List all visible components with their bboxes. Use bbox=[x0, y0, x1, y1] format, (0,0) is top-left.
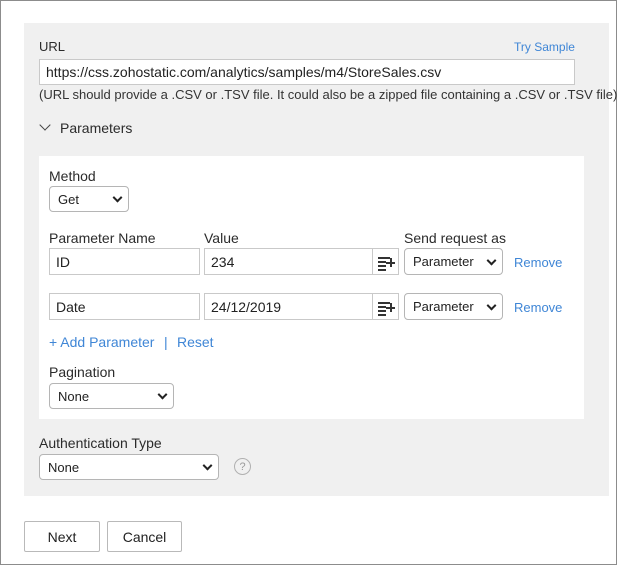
col-parameter-name: Parameter Name bbox=[49, 230, 156, 246]
pagination-value: None bbox=[58, 388, 90, 404]
url-hint: (URL should provide a .CSV or .TSV file.… bbox=[39, 87, 617, 102]
help-icon[interactable]: ? bbox=[234, 458, 251, 475]
auth-type-value: None bbox=[48, 459, 80, 475]
send-as-select[interactable]: Parameter bbox=[404, 248, 503, 275]
parameters-toggle[interactable]: Parameters bbox=[60, 120, 132, 136]
link-separator: | bbox=[164, 334, 168, 350]
param-name-input[interactable] bbox=[49, 248, 200, 275]
dialog-frame: URL Try Sample (URL should provide a .CS… bbox=[0, 0, 617, 565]
remove-link[interactable]: Remove bbox=[514, 300, 562, 315]
next-button[interactable]: Next bbox=[24, 521, 100, 552]
chevron-down-icon bbox=[486, 300, 497, 311]
send-as-value: Parameter bbox=[413, 254, 474, 269]
chevron-down-icon bbox=[486, 255, 497, 266]
try-sample-link[interactable]: Try Sample bbox=[514, 40, 575, 54]
param-value-input[interactable] bbox=[204, 248, 373, 275]
method-value: Get bbox=[58, 191, 79, 207]
param-value-input[interactable] bbox=[204, 293, 373, 320]
send-as-value: Parameter bbox=[413, 299, 474, 314]
insert-variable-icon[interactable] bbox=[373, 293, 399, 320]
chevron-down-icon bbox=[157, 389, 168, 400]
send-as-select[interactable]: Parameter bbox=[404, 293, 503, 320]
chevron-down-icon bbox=[112, 192, 123, 203]
add-parameter-link[interactable]: + Add Parameter bbox=[49, 334, 154, 350]
cancel-button[interactable]: Cancel bbox=[107, 521, 182, 552]
col-send-request-as: Send request as bbox=[404, 230, 506, 246]
method-select[interactable]: Get bbox=[49, 186, 129, 212]
auth-type-label: Authentication Type bbox=[39, 435, 162, 451]
pagination-select[interactable]: None bbox=[49, 383, 174, 409]
auth-type-select[interactable]: None bbox=[39, 454, 219, 480]
method-label: Method bbox=[49, 168, 96, 184]
reset-link[interactable]: Reset bbox=[177, 334, 214, 350]
param-name-input[interactable] bbox=[49, 293, 200, 320]
url-label: URL bbox=[39, 39, 66, 54]
pagination-label: Pagination bbox=[49, 364, 116, 380]
url-input[interactable] bbox=[39, 59, 575, 85]
chevron-down-icon bbox=[202, 460, 213, 471]
insert-variable-icon[interactable] bbox=[373, 248, 399, 275]
col-value: Value bbox=[204, 230, 239, 246]
remove-link[interactable]: Remove bbox=[514, 255, 562, 270]
